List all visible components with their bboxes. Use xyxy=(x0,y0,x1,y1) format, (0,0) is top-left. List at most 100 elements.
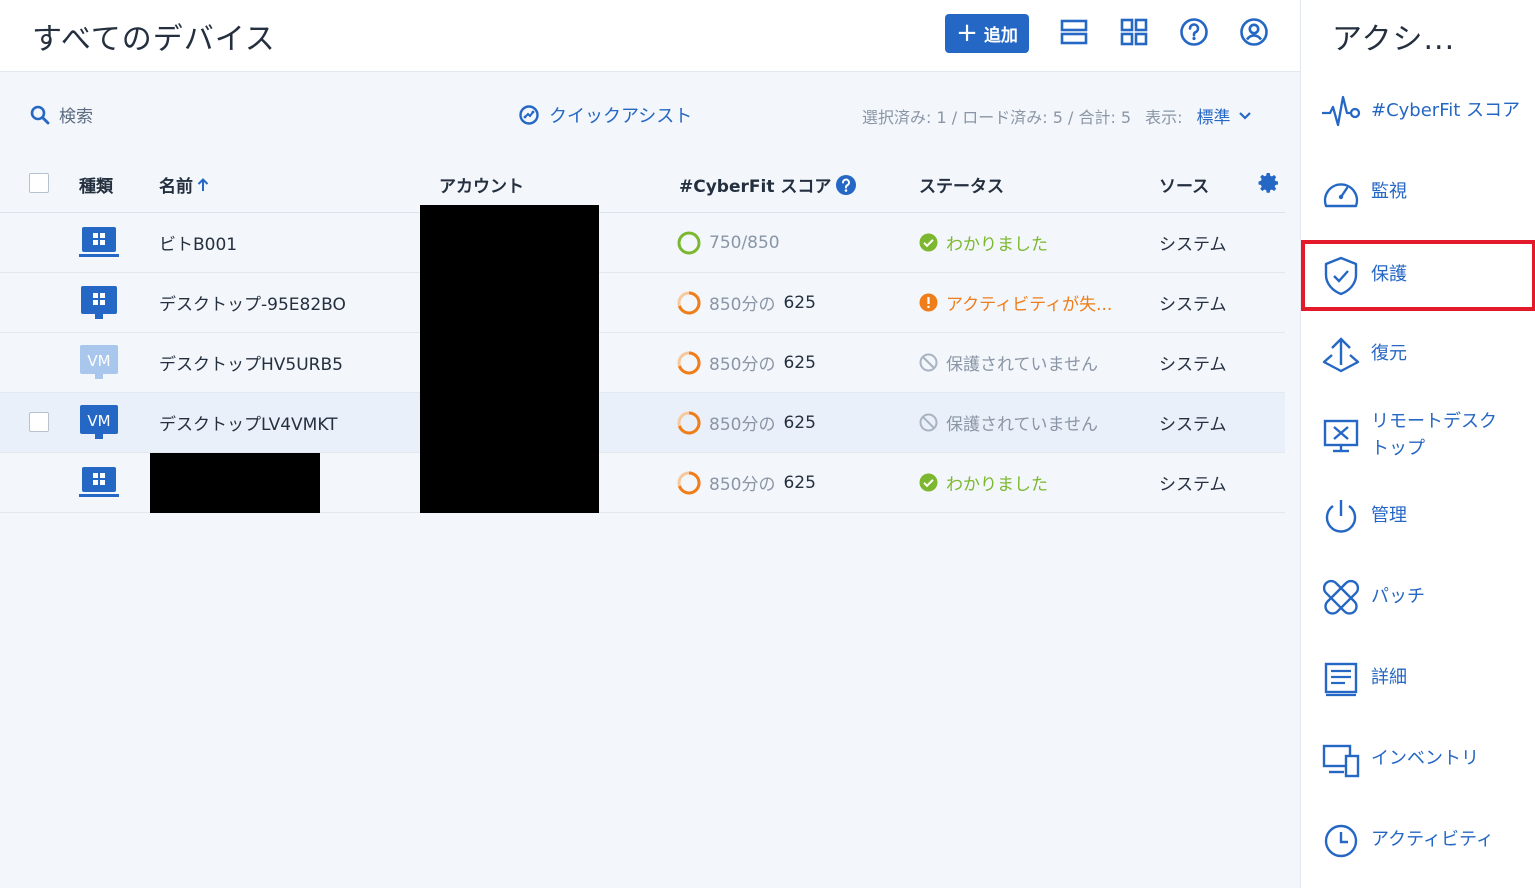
source-text: システム xyxy=(1159,415,1227,435)
actions-panel: アクシ... #CyberFit スコア 監視 保護 復元 リモートデスク トッ… xyxy=(1300,0,1535,888)
score-ring-icon xyxy=(677,410,701,434)
score-text: 850分の xyxy=(709,415,776,435)
score-ring-icon xyxy=(677,350,701,374)
add-button[interactable]: + 追加 xyxy=(945,14,1029,53)
col-score[interactable]: #CyberFit スコア xyxy=(679,172,857,197)
patch-icon xyxy=(1321,578,1361,618)
source-text: システム xyxy=(1159,355,1227,375)
status-cell: アクティビティが失... xyxy=(919,273,1112,332)
score-value: 625 xyxy=(783,352,816,373)
action-activity[interactable]: アクティビティ xyxy=(1301,800,1535,881)
action-label: アクティビティ xyxy=(1371,829,1494,851)
windows-device-icon xyxy=(79,213,119,272)
quick-assist-label: クイックアシスト xyxy=(549,106,693,127)
source-text: システム xyxy=(1159,295,1227,315)
main-area: すべてのデバイス + 追加 検索 クイックアシスト 選択済み: 1 / ロード済… xyxy=(0,0,1300,888)
action-protection[interactable]: 保護 xyxy=(1301,240,1535,311)
toolbar: 検索 クイックアシスト 選択済み: 1 / ロード済み: 5 / 合計: 5 表… xyxy=(0,72,1300,154)
row-checkbox[interactable] xyxy=(29,412,49,432)
device-name[interactable]: デスクトップHV5URB5 xyxy=(159,333,343,392)
redacted-account xyxy=(420,205,599,513)
action-monitoring[interactable]: 監視 xyxy=(1301,152,1535,233)
action-restore[interactable]: 復元 xyxy=(1301,314,1535,395)
action-cyberfit-score[interactable]: #CyberFit スコア xyxy=(1301,71,1535,152)
select-all-checkbox[interactable] xyxy=(29,173,49,193)
status-cell: 保護されていません xyxy=(919,333,1098,392)
remote-desktop-icon xyxy=(1321,416,1361,456)
panel-title: アクシ... xyxy=(1332,22,1456,57)
device-table: 種類 名前 アカウント #CyberFit スコア ステータス ソース ビトB0… xyxy=(0,154,1285,513)
sort-up-icon xyxy=(197,177,209,191)
warning-circle-icon xyxy=(919,293,938,312)
score-text: 850分の xyxy=(709,355,776,375)
col-source[interactable]: ソース xyxy=(1159,172,1209,197)
score-cell: 750/850 xyxy=(677,213,780,272)
device-name[interactable]: デスクトップLV4VMKT xyxy=(159,393,338,452)
col-name-label: 名前 xyxy=(159,177,193,197)
view-label: 表示: xyxy=(1145,107,1183,127)
vm-light-icon: VM xyxy=(79,333,119,392)
search-input[interactable]: 検索 xyxy=(30,102,93,127)
help-icon[interactable] xyxy=(835,174,857,196)
shield-check-icon xyxy=(1321,256,1361,296)
not-protected-icon xyxy=(919,413,938,432)
power-icon xyxy=(1321,497,1361,537)
action-label: リモートデスク トップ xyxy=(1371,411,1497,459)
pulse-icon xyxy=(1321,92,1361,132)
score-cell: 850分の 625 xyxy=(677,393,816,452)
status-cell: わかりました xyxy=(919,213,1048,272)
action-label: 監視 xyxy=(1371,181,1407,203)
device-name[interactable]: デスクトップ-95E82BO xyxy=(159,273,346,332)
list-view-icon[interactable] xyxy=(1059,17,1089,47)
view-selector[interactable]: 標準 xyxy=(1197,103,1251,128)
source-text: システム xyxy=(1159,235,1227,255)
col-account[interactable]: アカウント xyxy=(439,172,524,197)
col-name[interactable]: 名前 xyxy=(159,172,209,197)
gauge-icon xyxy=(1321,173,1361,213)
restore-icon xyxy=(1321,335,1361,375)
status-cell: 保護されていません xyxy=(919,393,1098,452)
vm-text: VM xyxy=(87,352,110,370)
table-header: 種類 名前 アカウント #CyberFit スコア ステータス ソース xyxy=(0,154,1285,213)
table-row[interactable]: デスクトップ-95E82BO 850分の 625 アクティビティが失... シス… xyxy=(0,273,1285,333)
not-protected-icon xyxy=(919,353,938,372)
column-settings-icon[interactable] xyxy=(1257,171,1281,199)
stats-text: 選択済み: 1 / ロード済み: 5 / 合計: 5 xyxy=(862,107,1132,127)
device-name[interactable]: ビトB001 xyxy=(159,213,237,272)
grid-view-icon[interactable] xyxy=(1119,17,1149,47)
status-cell: わかりました xyxy=(919,453,1048,512)
add-button-label: 追加 xyxy=(983,26,1018,46)
help-icon[interactable] xyxy=(1179,17,1209,47)
table-row[interactable]: VM デスクトップHV5URB5 850分の 625 保護されていません システ… xyxy=(0,333,1285,393)
score-ring-icon xyxy=(677,290,701,314)
score-cell: 850分の 625 xyxy=(677,333,816,392)
quick-assist-button[interactable]: クイックアシスト xyxy=(518,102,692,128)
account-icon[interactable] xyxy=(1239,17,1269,47)
table-row[interactable]: VM デスクトップLV4VMKT 850分の 625 保護されていません システ… xyxy=(0,393,1285,453)
action-remote-desktop[interactable]: リモートデスク トップ xyxy=(1301,395,1535,476)
score-text: 850分の xyxy=(709,475,776,495)
table-row[interactable]: ビトB001 750/850 わかりました システム xyxy=(0,213,1285,273)
clock-icon xyxy=(1321,821,1361,861)
search-icon xyxy=(30,105,50,124)
action-patch[interactable]: パッチ xyxy=(1301,557,1535,638)
action-label: 詳細 xyxy=(1371,667,1407,689)
action-management[interactable]: 管理 xyxy=(1301,476,1535,557)
col-status[interactable]: ステータス xyxy=(919,172,1004,197)
action-details[interactable]: 詳細 xyxy=(1301,638,1535,719)
vm-text: VM xyxy=(87,412,110,430)
action-label: 保護 xyxy=(1371,264,1407,286)
score-cell: 850分の 625 xyxy=(677,453,816,512)
table-row[interactable]: 850分の 625 わかりました システム xyxy=(0,453,1285,513)
action-inventory[interactable]: インベントリ xyxy=(1301,719,1535,800)
selection-stats: 選択済み: 1 / ロード済み: 5 / 合計: 5 表示: 標準 xyxy=(862,103,1251,128)
action-label: パッチ xyxy=(1371,586,1425,608)
col-type[interactable]: 種類 xyxy=(79,172,113,197)
status-text: 保護されていません xyxy=(946,355,1098,375)
check-circle-icon xyxy=(919,233,938,252)
details-icon xyxy=(1321,659,1361,699)
action-label: #CyberFit スコア xyxy=(1371,100,1521,122)
score-text: 850分の xyxy=(709,295,776,315)
source-text: システム xyxy=(1159,475,1227,495)
score-cell: 850分の 625 xyxy=(677,273,816,332)
